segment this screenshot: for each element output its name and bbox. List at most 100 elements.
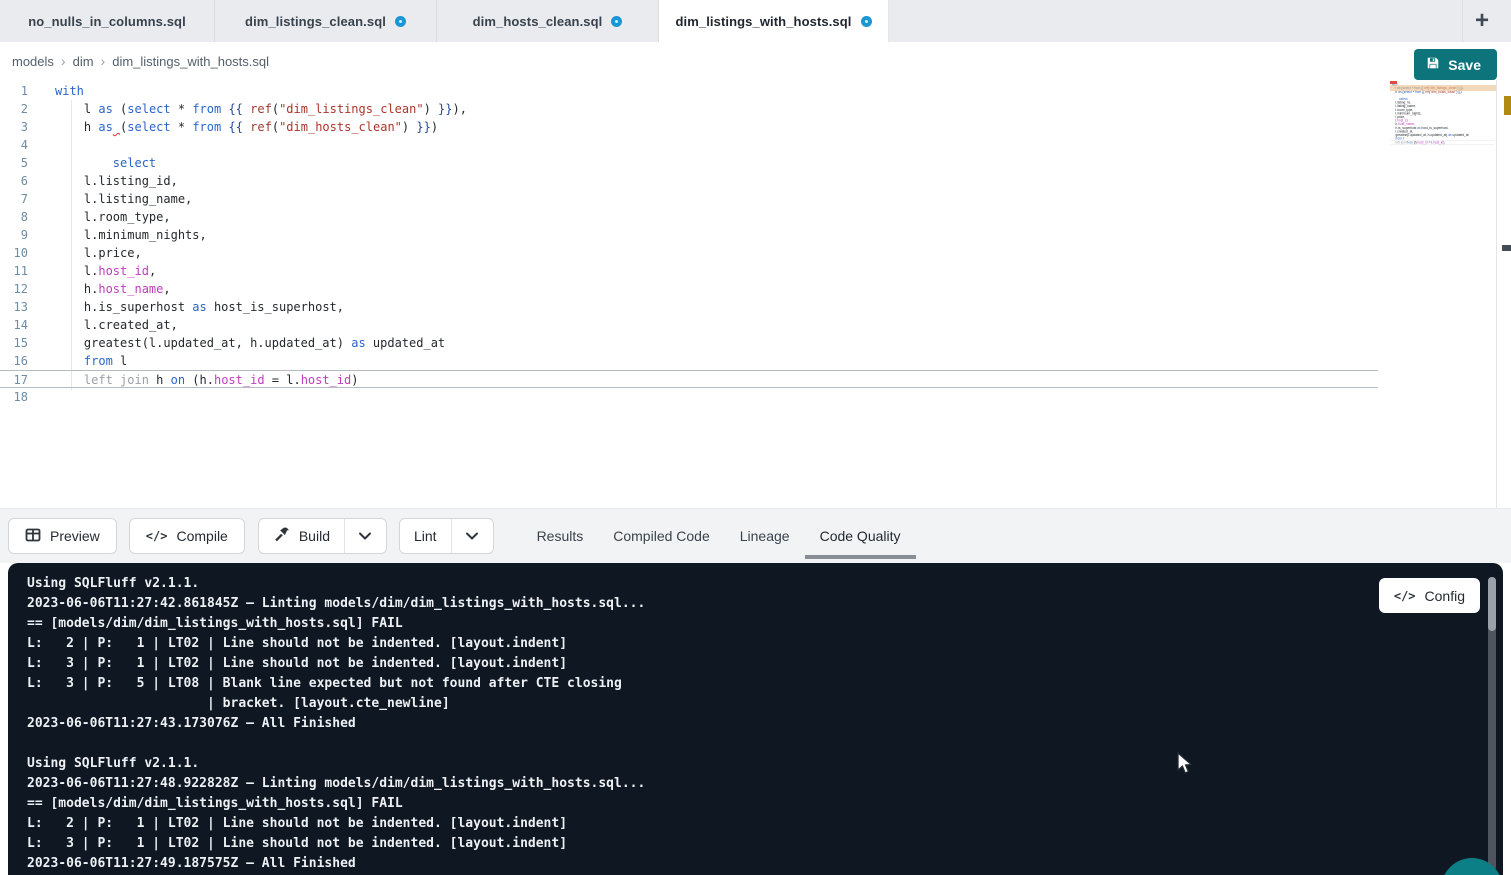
breadcrumb-segment[interactable]: dim_listings_with_hosts.sql [112,54,269,69]
tab-label: no_nulls_in_columns.sql [28,14,186,29]
code-line-3[interactable]: 3 h as (select * from {{ ref("dim_hosts_… [0,118,1378,136]
editor-tab[interactable]: no_nulls_in_columns.sql [0,0,215,42]
terminal-line: == [models/dim/dim_listings_with_hosts.s… [27,794,645,814]
code-token: {{ [228,120,242,134]
line-number: 10 [0,244,45,262]
code-token: h [55,120,98,134]
code-token: = l. [265,373,301,387]
code-token: host_name [98,282,163,296]
panel-tabs: ResultsCompiled CodeLineageCode Quality [522,509,916,563]
unsaved-changes-icon[interactable] [395,16,406,27]
code-line-9[interactable]: 9 l.minimum_nights, [0,226,1378,244]
code-line-17[interactable]: 17 left join h on (h.host_id = l.host_id… [0,370,1378,388]
ide-window: no_nulls_in_columns.sql dim_listings_clea… [0,0,1511,875]
code-line-15[interactable]: 15 greatest(l.updated_at, h.updated_at) … [0,334,1378,352]
action-toolbar: Preview </> Compile Build [0,508,1511,563]
panel-tab-results[interactable]: Results [522,509,599,563]
code-line-6[interactable]: 6 l.listing_id, [0,172,1378,190]
line-number: 11 [0,262,45,280]
breadcrumb-segment[interactable]: dim [73,54,94,69]
code-line-5[interactable]: 5 select [0,154,1378,172]
code-line-14[interactable]: 14 l.created_at, [0,316,1378,334]
preview-label: Preview [50,528,100,544]
code-text: l.host_id, [45,262,156,280]
breadcrumb-segment[interactable]: models [12,54,54,69]
preview-button[interactable]: Preview [8,518,117,554]
build-label: Build [299,528,330,544]
breadcrumb: models › dim › dim_listings_with_hosts.sql [12,42,269,80]
code-token [55,156,113,170]
code-token: * [171,120,193,134]
code-text: l.listing_name, [45,190,192,208]
code-token: host_id [1417,141,1427,144]
code-line-16[interactable]: 16 from l [0,352,1378,370]
line-number: 13 [0,298,45,316]
code-line-7[interactable]: 7 l.listing_name, [0,190,1378,208]
code-editor[interactable]: 1with2 l as (select * from {{ ref("dim_l… [0,80,1511,508]
panel-tab-lineage[interactable]: Lineage [725,509,805,563]
code-text: l.listing_id, [45,172,178,190]
editor-tab[interactable]: dim_listings_clean.sql [215,0,437,42]
terminal-scrollbar-thumb[interactable] [1488,577,1496,631]
line-number: 8 [0,208,45,226]
new-tab-button[interactable]: + [1467,6,1497,36]
code-line-12[interactable]: 12 h.host_name, [0,280,1378,298]
terminal-line: L: 3 | P: 1 | LT02 | Line should not be … [27,654,645,674]
code-token: "dim_listings_clean" [279,102,424,116]
terminal-line: Using SQLFluff v2.1.1. [27,574,645,594]
minimap[interactable]: with l as (select * from {{ ref("dim_lis… [1390,83,1496,169]
line-number: 6 [0,172,45,190]
lint-dropdown-button[interactable] [451,519,493,553]
unsaved-changes-icon[interactable] [861,16,872,27]
compile-button[interactable]: </> Compile [129,518,245,554]
save-button[interactable]: Save [1414,49,1497,80]
code-token: greatest(l.updated_at, h.updated_at) [55,336,351,350]
terminal-line: L: 2 | P: 1 | LT02 | Line should not be … [27,634,645,654]
code-line-18[interactable] [1390,144,1494,148]
code-text [1390,144,1392,148]
build-button[interactable]: Build [259,519,344,553]
code-line-11[interactable]: 11 l.host_id, [0,262,1378,280]
code-text: h.host_name, [45,280,171,298]
line-number: 3 [0,118,45,136]
tab-strip: no_nulls_in_columns.sql dim_listings_clea… [0,0,889,42]
code-line-13[interactable]: 13 h.is_superhost as host_is_superhost, [0,298,1378,316]
overview-ruler[interactable] [1496,80,1511,508]
terminal-panel[interactable]: Using SQLFluff v2.1.1. 2023-06-06T11:27:4… [8,563,1503,875]
code-line-2[interactable]: 2 l as (select * from {{ ref("dim_listin… [0,100,1378,118]
editor-tab[interactable]: dim_hosts_clean.sql [437,0,659,42]
code-token: ref [250,102,272,116]
terminal-line: 2023-06-06T11:27:49.187575Z — All Finish… [27,854,645,874]
code-token: ) [402,120,416,134]
line-number: 5 [0,154,45,172]
code-text: h.is_superhost as host_is_superhost, [45,298,344,316]
chevron-right-icon: › [101,53,106,69]
code-text: l.room_type, [45,208,171,226]
unsaved-changes-icon[interactable] [611,16,622,27]
config-button[interactable]: </> Config [1379,578,1480,613]
code-line-1[interactable]: 1with [0,82,1378,100]
code-line-18[interactable]: 18 [0,388,1378,406]
code-token: l.created_at, [55,318,178,332]
code-token: ), [452,102,466,116]
build-dropdown-button[interactable] [344,519,386,553]
code-line-4[interactable]: 4 [0,136,1378,154]
code-token: ref [250,120,272,134]
code-token [55,354,84,368]
code-token: ) [1443,141,1444,144]
line-number: 2 [0,100,45,118]
panel-tab-compiled-code[interactable]: Compiled Code [598,509,725,563]
code-token: {{ [228,102,242,116]
lint-button[interactable]: Lint [400,519,451,553]
tab-label: dim_hosts_clean.sql [473,14,603,29]
file-header: models › dim › dim_listings_with_hosts.sql S… [0,42,1511,80]
panel-tab-code-quality[interactable]: Code Quality [805,509,916,563]
hammer-icon [273,526,290,546]
chevron-right-icon: › [61,53,66,69]
code-text: left join h on (h.host_id = l.host_id) [45,371,359,387]
code-line-10[interactable]: 10 l.price, [0,244,1378,262]
code-token: ( [113,102,127,116]
code-line-8[interactable]: 8 l.room_type, [0,208,1378,226]
code-token: host_id [98,264,149,278]
editor-tab[interactable]: dim_listings_with_hosts.sql [659,0,889,42]
